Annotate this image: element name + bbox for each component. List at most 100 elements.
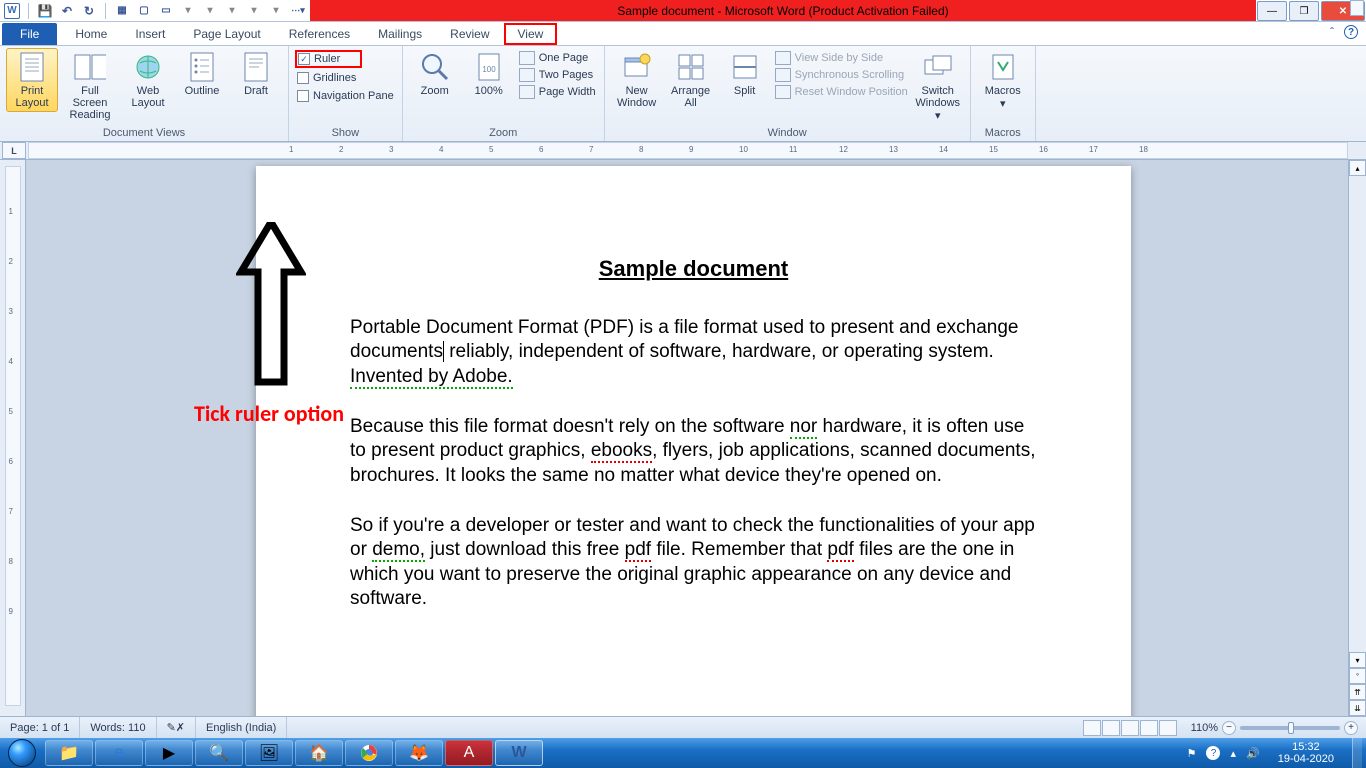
page-indicator[interactable]: Page: 1 of 1 xyxy=(0,717,80,738)
web-view-icon[interactable] xyxy=(1121,720,1139,736)
web-layout-button[interactable]: Web Layout xyxy=(122,48,174,112)
tray-action-center-icon[interactable]: ⚑ xyxy=(1187,747,1197,760)
tray-up-icon[interactable]: ▴ xyxy=(1230,747,1236,760)
qat-icon[interactable]: ▾ xyxy=(268,3,284,19)
switch-windows-button[interactable]: Switch Windows ▾ xyxy=(912,48,964,125)
switch-label: Switch Windows ▾ xyxy=(915,85,961,122)
tray-volume-icon[interactable]: 🔊 xyxy=(1246,747,1260,760)
word-count[interactable]: Words: 110 xyxy=(80,717,156,738)
zoom-out-button[interactable]: − xyxy=(1222,721,1236,735)
redo-icon[interactable]: ↻ xyxy=(81,3,97,19)
scroll-down-icon[interactable]: ▾ xyxy=(1349,652,1366,668)
acrobat-taskbar-icon[interactable]: A xyxy=(445,740,493,766)
tab-references[interactable]: References xyxy=(275,23,364,45)
photos-taskbar-icon[interactable]: 🖼 xyxy=(245,740,293,766)
navigation-pane-checkbox[interactable]: Navigation Pane xyxy=(295,88,396,104)
macros-button[interactable]: Macros▾ xyxy=(977,48,1029,113)
scroll-track[interactable] xyxy=(1349,176,1366,652)
help-icon[interactable]: ? xyxy=(1344,25,1358,39)
document-canvas[interactable]: Sample document Portable Document Format… xyxy=(26,160,1348,716)
tab-home[interactable]: Home xyxy=(61,23,121,45)
proofing-button[interactable]: ✎✗ xyxy=(157,717,196,738)
status-bar: Page: 1 of 1 Words: 110 ✎✗ English (Indi… xyxy=(0,716,1366,738)
language-button[interactable]: English (India) xyxy=(196,717,287,738)
ie-taskbar-icon[interactable]: e xyxy=(95,740,143,766)
print-layout-button[interactable]: Print Layout xyxy=(6,48,58,112)
zoom-slider[interactable] xyxy=(1240,726,1340,730)
explorer-taskbar-icon[interactable]: 📁 xyxy=(45,740,93,766)
quick-access-toolbar: W 💾 ↶ ↻ ▦ ▢ ▭ ▾ ▾ ▾ ▾ ▾ ⋯▾ xyxy=(0,3,310,19)
full-screen-reading-button[interactable]: Full Screen Reading xyxy=(60,48,120,124)
draft-icon xyxy=(242,52,270,82)
document-page[interactable]: Sample document Portable Document Format… xyxy=(256,166,1131,716)
two-pages-button[interactable]: Two Pages xyxy=(517,67,598,83)
group-label: Macros xyxy=(977,126,1029,140)
zoom-thumb[interactable] xyxy=(1288,722,1294,734)
tab-file[interactable]: File xyxy=(2,23,57,45)
tab-mailings[interactable]: Mailings xyxy=(364,23,436,45)
prev-page-icon[interactable]: ⇈ xyxy=(1349,684,1366,700)
tab-view[interactable]: View xyxy=(504,23,558,45)
firefox-taskbar-icon[interactable]: 🦊 xyxy=(395,740,443,766)
qat-icon[interactable]: ▾ xyxy=(180,3,196,19)
outline-button[interactable]: Outline xyxy=(176,48,228,100)
maximize-button[interactable]: ❐ xyxy=(1289,1,1319,21)
new-window-button[interactable]: New Window xyxy=(611,48,663,112)
view-buttons xyxy=(1077,720,1183,736)
horizontal-ruler[interactable]: 123456789101112131415161718 xyxy=(28,142,1348,159)
tab-page-layout[interactable]: Page Layout xyxy=(179,23,274,45)
print-layout-view-icon[interactable] xyxy=(1083,720,1101,736)
split-button[interactable]: Split xyxy=(719,48,771,100)
draft-view-icon[interactable] xyxy=(1159,720,1177,736)
gridlines-checkbox[interactable]: Gridlines xyxy=(295,70,358,86)
ruler-checkbox[interactable]: ✓ Ruler xyxy=(295,50,362,68)
qat-icon[interactable]: ▢ xyxy=(136,3,152,19)
annotation-text: Tick ruler option xyxy=(194,400,344,427)
outline-view-icon[interactable] xyxy=(1140,720,1158,736)
zoom-level[interactable]: 110% xyxy=(1191,722,1218,734)
zoom-100-button[interactable]: 100 100% xyxy=(463,48,515,100)
minimize-button[interactable]: — xyxy=(1257,1,1287,21)
minimize-ribbon-icon[interactable]: ˆ xyxy=(1330,25,1334,39)
scroll-up-icon[interactable]: ▴ xyxy=(1349,160,1366,176)
horizontal-ruler-bar: L 123456789101112131415161718 xyxy=(0,142,1366,160)
wmp-taskbar-icon[interactable]: ▶ xyxy=(145,740,193,766)
tray-help-icon[interactable]: ? xyxy=(1206,746,1220,760)
side-by-side-icon xyxy=(775,51,791,65)
next-page-icon[interactable]: ⇊ xyxy=(1349,700,1366,716)
start-button[interactable] xyxy=(0,738,44,768)
tray-clock[interactable]: 15:32 19-04-2020 xyxy=(1270,741,1342,765)
save-icon[interactable]: 💾 xyxy=(37,3,53,19)
qat-more-icon[interactable]: ⋯▾ xyxy=(290,3,306,19)
tab-insert[interactable]: Insert xyxy=(121,23,179,45)
full-screen-view-icon[interactable] xyxy=(1102,720,1120,736)
app-taskbar-icon[interactable]: 🔍 xyxy=(195,740,243,766)
zoom-label: Zoom xyxy=(421,85,449,97)
show-desktop-button[interactable] xyxy=(1352,738,1362,768)
vertical-ruler[interactable]: 123456789 xyxy=(5,166,21,706)
zoom-in-button[interactable]: + xyxy=(1344,721,1358,735)
page-100-icon: 100 xyxy=(474,52,504,82)
arrange-all-button[interactable]: Arrange All xyxy=(665,48,717,112)
page-width-button[interactable]: Page Width xyxy=(517,84,598,100)
ruler-toggle-icon[interactable] xyxy=(1350,0,1364,16)
qat-icon[interactable]: ▦ xyxy=(114,3,130,19)
tab-selector[interactable]: L xyxy=(2,142,26,159)
qat-icon[interactable]: ▭ xyxy=(158,3,174,19)
tab-review[interactable]: Review xyxy=(436,23,503,45)
qat-icon[interactable]: ▾ xyxy=(202,3,218,19)
hp-taskbar-icon[interactable]: 🏠 xyxy=(295,740,343,766)
system-tray: ⚑ ? ▴ 🔊 15:32 19-04-2020 xyxy=(1183,738,1366,768)
qat-icon[interactable]: ▾ xyxy=(224,3,240,19)
vertical-scrollbar[interactable]: ▴ ▾ ◦ ⇈ ⇊ xyxy=(1348,160,1366,716)
one-page-button[interactable]: One Page xyxy=(517,50,598,66)
qat-icon[interactable]: ▾ xyxy=(246,3,262,19)
chrome-taskbar-icon[interactable] xyxy=(345,740,393,766)
word-taskbar-icon[interactable]: W xyxy=(495,740,543,766)
outline-label: Outline xyxy=(185,85,220,97)
browse-object-icon[interactable]: ◦ xyxy=(1349,668,1366,684)
undo-icon[interactable]: ↶ xyxy=(59,3,75,19)
draft-button[interactable]: Draft xyxy=(230,48,282,100)
ribbon: Print Layout Full Screen Reading Web Lay… xyxy=(0,46,1366,142)
zoom-button[interactable]: Zoom xyxy=(409,48,461,100)
